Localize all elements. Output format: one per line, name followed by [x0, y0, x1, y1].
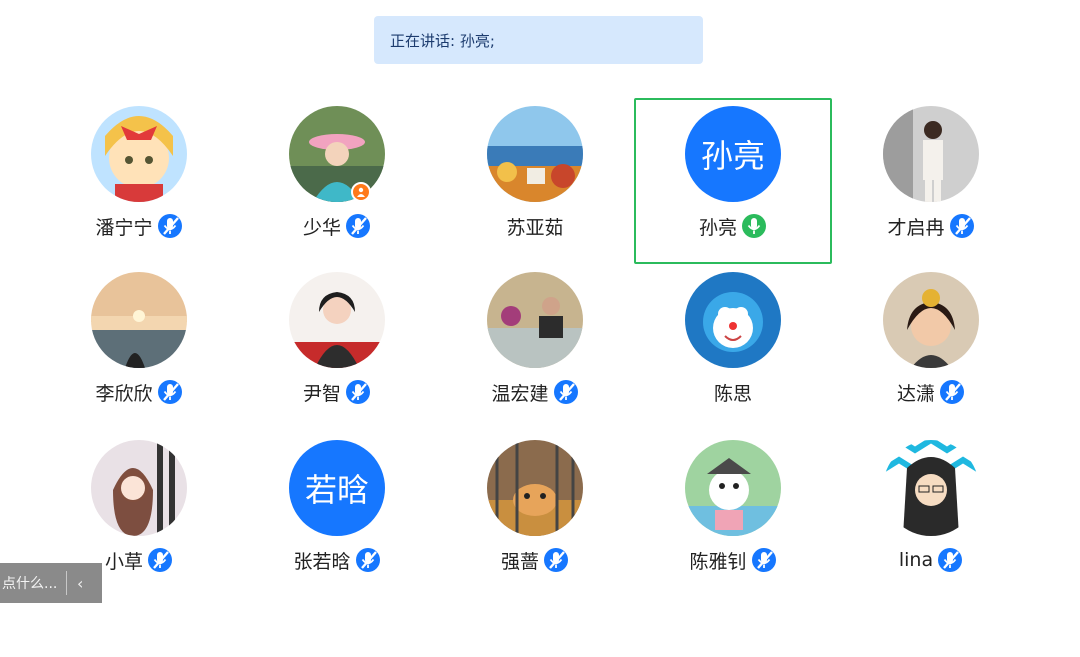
name-row: 苏亚茹 — [436, 212, 634, 240]
mic-muted-icon[interactable] — [345, 213, 371, 239]
avatar — [685, 272, 781, 368]
chat-bar[interactable]: 点什么... ‹ — [0, 563, 102, 603]
mic-muted-icon[interactable] — [157, 213, 183, 239]
participant-name: 孙亮 — [698, 216, 737, 239]
mic-muted-icon[interactable] — [157, 379, 183, 405]
avatar — [91, 272, 187, 368]
avatar — [289, 106, 385, 202]
participant-name: 小草 — [104, 550, 143, 573]
participant-name: 潘宁宁 — [95, 216, 153, 239]
participant-name: 尹智 — [302, 382, 341, 405]
participant-tile[interactable]: 若晗张若晗 — [238, 432, 436, 598]
participant-name: 达潇 — [896, 382, 935, 405]
participant-name: 张若晗 — [293, 550, 351, 573]
mic-active-icon[interactable] — [741, 213, 767, 239]
participant-name: 才启冉 — [887, 216, 945, 239]
mic-muted-icon[interactable] — [937, 547, 963, 573]
mic-muted-icon[interactable] — [147, 547, 173, 573]
name-row: 达潇 — [832, 378, 1030, 406]
avatar — [883, 272, 979, 368]
avatar — [487, 272, 583, 368]
chevron-left-icon[interactable]: ‹ — [77, 574, 83, 593]
avatar — [91, 106, 187, 202]
name-row: 李欣欣 — [40, 378, 238, 406]
participant-tile[interactable]: 温宏建 — [436, 264, 634, 430]
participant-tile[interactable]: 强蔷 — [436, 432, 634, 598]
name-row: 少华 — [238, 212, 436, 240]
chat-input[interactable]: 点什么... — [0, 573, 60, 593]
participant-name: 李欣欣 — [95, 382, 153, 405]
mic-muted-icon[interactable] — [751, 547, 777, 573]
participant-tile[interactable]: 潘宁宁 — [40, 98, 238, 264]
participant-name: 少华 — [302, 216, 341, 239]
participant-grid: 潘宁宁 少华 苏亚茹 孙亮 孙亮 才启冉 李欣欣 尹智 温宏建 陈思 达潇 小草 若晗 张若晗 强蔷 陈雅钊 l… — [0, 0, 1080, 657]
name-row: 才启冉 — [832, 212, 1030, 240]
name-row: 强蔷 — [436, 546, 634, 574]
avatar — [91, 440, 187, 536]
participant-name: 苏亚茹 — [506, 216, 564, 239]
name-row: 温宏建 — [436, 378, 634, 406]
avatar: 孙亮 — [685, 106, 781, 202]
avatar: 若晗 — [289, 440, 385, 536]
participant-name: 强蔷 — [500, 550, 539, 573]
participant-tile[interactable]: 尹智 — [238, 264, 436, 430]
name-row: lina — [832, 546, 1030, 574]
divider — [66, 571, 67, 595]
participant-tile[interactable]: 陈雅钊 — [634, 432, 832, 598]
name-row: 潘宁宁 — [40, 212, 238, 240]
participant-tile[interactable]: 苏亚茹 — [436, 98, 634, 264]
avatar — [487, 440, 583, 536]
participant-tile[interactable]: 才启冉 — [832, 98, 1030, 264]
name-row: 陈思 — [634, 378, 832, 406]
mic-muted-icon[interactable] — [543, 547, 569, 573]
participant-name: lina — [898, 549, 934, 571]
name-row: 陈雅钊 — [634, 546, 832, 574]
avatar — [289, 272, 385, 368]
avatar — [487, 106, 583, 202]
name-row: 张若晗 — [238, 546, 436, 574]
name-row: 尹智 — [238, 378, 436, 406]
participant-name: 陈思 — [713, 382, 752, 405]
mic-muted-icon[interactable] — [355, 547, 381, 573]
mic-muted-icon[interactable] — [949, 213, 975, 239]
participant-tile[interactable]: 达潇 — [832, 264, 1030, 430]
participant-tile[interactable]: lina — [832, 432, 1030, 598]
avatar — [883, 440, 979, 536]
participant-name: 温宏建 — [491, 382, 549, 405]
avatar — [685, 440, 781, 536]
mic-muted-icon[interactable] — [553, 379, 579, 405]
participant-tile[interactable]: 陈思 — [634, 264, 832, 430]
host-badge-icon — [351, 182, 371, 202]
mic-muted-icon[interactable] — [345, 379, 371, 405]
participant-tile[interactable]: 少华 — [238, 98, 436, 264]
participant-name: 陈雅钊 — [689, 550, 747, 573]
participant-tile[interactable]: 孙亮 孙亮 — [634, 98, 832, 264]
participant-tile[interactable]: 李欣欣 — [40, 264, 238, 430]
avatar — [883, 106, 979, 202]
name-row: 孙亮 — [636, 212, 830, 240]
mic-muted-icon[interactable] — [939, 379, 965, 405]
